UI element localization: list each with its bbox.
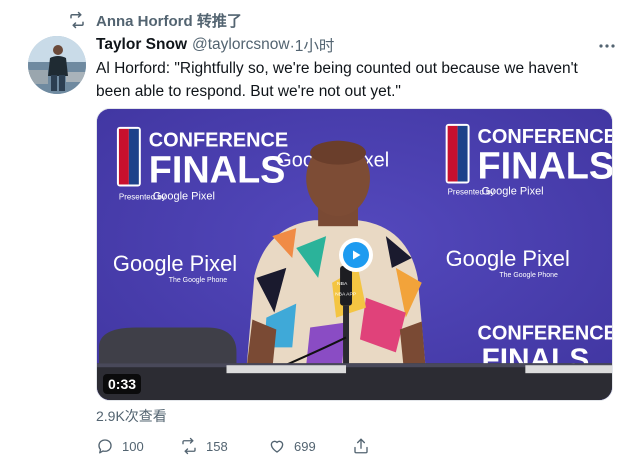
retweet-count: 158 <box>206 438 228 454</box>
backdrop-pixel-small-right: Google Pixel <box>482 185 544 197</box>
backdrop-finals-left: FINALS <box>149 150 286 192</box>
share-button[interactable] <box>352 435 378 457</box>
tweet-text: Al Horford: "Rightfully so, we're being … <box>96 60 578 100</box>
play-icon <box>343 242 369 268</box>
mic-app-label: NBA APP <box>335 292 357 298</box>
view-count: 2.9K次查看 <box>96 408 167 424</box>
retweet-label: Anna Horford 转推了 <box>96 12 242 30</box>
avatar[interactable] <box>28 36 86 94</box>
mic-nba-label: NBA <box>337 281 348 287</box>
retweet-button[interactable]: 158 <box>180 435 228 457</box>
reply-count: 100 <box>122 438 144 454</box>
heart-icon <box>268 437 294 455</box>
author-handle[interactable]: @taylorcsnow <box>192 36 290 54</box>
video-duration: 0:33 <box>103 374 142 394</box>
backdrop-pixel-small-left: Google Pixel <box>153 190 215 202</box>
backdrop-conference-left: CONFERENCE <box>149 130 288 152</box>
like-button[interactable]: 699 <box>268 435 316 457</box>
tweet-header: Taylor Snow @taylorcsnow ·1小时 <box>96 34 616 56</box>
backdrop-pixel-big-right: Google Pixel <box>446 246 570 271</box>
reply-button[interactable]: 100 <box>96 435 144 457</box>
retweet-icon <box>68 11 96 29</box>
tweet-actions: 100 158 699 <box>96 435 426 457</box>
backdrop-finals-right: FINALS <box>478 146 612 188</box>
backdrop-conference-right: CONFERENCE <box>478 126 612 148</box>
tweet-time[interactable]: ·1小时 <box>290 34 335 56</box>
like-count: 699 <box>294 438 316 454</box>
share-icon <box>352 437 378 455</box>
video-player[interactable]: CONFERENCE FINALS Presented by Google Pi… <box>96 108 613 401</box>
backdrop-conference-bottom: CONFERENCE <box>478 322 612 344</box>
more-icon[interactable] <box>598 36 616 54</box>
backdrop-phone-right: The Google Phone <box>499 272 558 279</box>
backdrop-pixel-big-left: Google Pixel <box>113 251 237 276</box>
backdrop-phone-left: The Google Phone <box>169 277 228 284</box>
play-button[interactable] <box>339 238 373 272</box>
retweet-context[interactable]: Anna Horford 转推了 <box>68 10 242 30</box>
retweet-action-icon <box>180 437 206 455</box>
author-name[interactable]: Taylor Snow <box>96 36 187 54</box>
reply-icon <box>96 437 122 455</box>
